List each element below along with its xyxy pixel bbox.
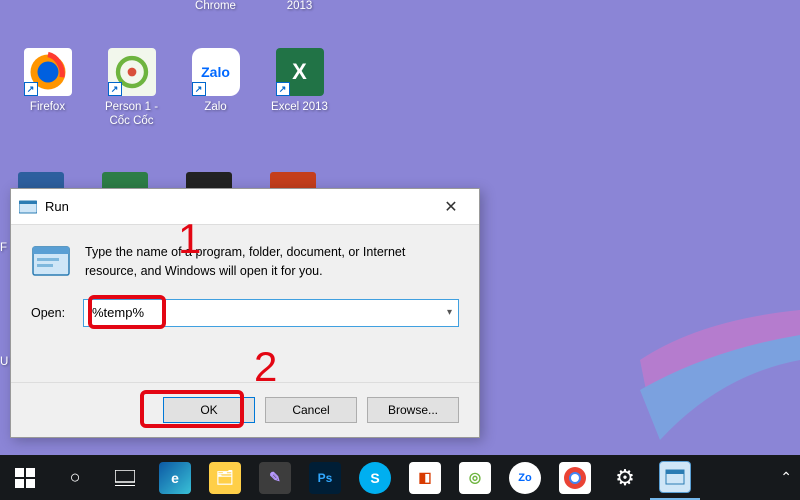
start-button[interactable] [0,455,50,500]
partial-label: U [0,356,8,368]
taskbar-app-photoshop[interactable]: Ps [300,455,350,500]
task-view-button[interactable] [100,455,150,500]
shortcut-arrow-icon: ↗ [276,82,290,96]
hidden-icon [186,172,232,188]
close-button[interactable]: ✕ [431,193,471,221]
taskbar-app-zalo[interactable]: Zo [500,455,550,500]
taskbar-app-chrome[interactable] [550,455,600,500]
taskbar-app-skype[interactable]: S [350,455,400,500]
gear-icon: ⚙ [615,465,635,491]
tray-chevron-icon[interactable]: ⌃ [772,469,800,486]
run-title-icon [19,199,37,215]
run-dialog: Run ✕ Type the name of a program, folder… [10,188,480,438]
desktop-icon-coccoc[interactable]: ↗ Person 1 - Cốc Cốc [94,48,169,129]
hidden-icon [102,172,148,188]
ok-button[interactable]: OK [163,397,255,423]
open-label: Open: [31,306,73,320]
chevron-down-icon[interactable]: ▾ [447,307,452,318]
open-value: %temp% [92,305,144,320]
taskbar-app-settings[interactable]: ⚙ [600,455,650,500]
zalo-icon: Zo [518,472,531,484]
chrome-icon [563,466,587,490]
titlebar[interactable]: Run ✕ [11,189,479,225]
close-icon: ✕ [444,197,457,217]
icon-label: Person 1 - Cốc Cốc [94,100,169,129]
shortcut-arrow-icon: ↗ [192,82,206,96]
hidden-icon [18,172,64,188]
skype-icon: S [370,470,379,486]
task-view-icon [115,470,135,486]
search-button[interactable]: ○ [50,455,100,500]
hidden-icon [270,172,316,188]
desktop-icon-firefox[interactable]: ↗ Firefox [10,48,85,114]
taskbar-app-edge[interactable]: e [150,455,200,500]
run-dialog-icon [31,243,71,279]
window-title: Run [45,199,431,214]
desktop-icon-excel[interactable]: X ↗ Excel 2013 [262,48,337,114]
taskbar: ○ e 🗂 ✎ Ps S ◧ ◎ Zo ⚙ ⌃ [0,455,800,500]
run-icon [665,469,685,485]
desktop-icon-zalo[interactable]: Zalo ↗ Zalo [178,48,253,114]
open-combobox[interactable]: %temp% ▾ [83,299,459,327]
partial-label: F [0,242,7,254]
taskbar-app-explorer[interactable]: 🗂 [200,455,250,500]
instruction-text: Type the name of a program, folder, docu… [85,243,459,281]
icon-label: Excel 2013 [262,100,337,114]
icon-label-2013: 2013 [262,0,337,12]
dialog-body: Type the name of a program, folder, docu… [11,225,479,327]
icon-label-chrome: Chrome [178,0,253,12]
shortcut-arrow-icon: ↗ [24,82,38,96]
search-icon: ○ [70,467,81,488]
taskbar-app-feather[interactable]: ✎ [250,455,300,500]
folder-icon: 🗂 [216,469,234,486]
coccoc-icon: ◎ [469,469,481,486]
zalo-icon: Zalo [201,64,230,80]
wallpaper-decoration [640,280,800,440]
icon-label: Zalo [178,100,253,114]
excel-icon: X [292,59,307,85]
shortcut-arrow-icon: ↗ [108,82,122,96]
button-row: OK Cancel Browse... [11,382,479,437]
cancel-button[interactable]: Cancel [265,397,357,423]
edge-icon: e [171,470,179,486]
feather-icon: ✎ [269,469,281,486]
browse-button[interactable]: Browse... [367,397,459,423]
photoshop-icon: Ps [318,471,333,485]
taskbar-app-run[interactable] [650,455,700,500]
taskbar-tray[interactable]: ⌃ [772,455,800,500]
office-icon: ◧ [418,469,431,486]
taskbar-app-office[interactable]: ◧ [400,455,450,500]
taskbar-app-coccoc[interactable]: ◎ [450,455,500,500]
icon-label: Firefox [10,100,85,114]
windows-icon [15,468,35,488]
